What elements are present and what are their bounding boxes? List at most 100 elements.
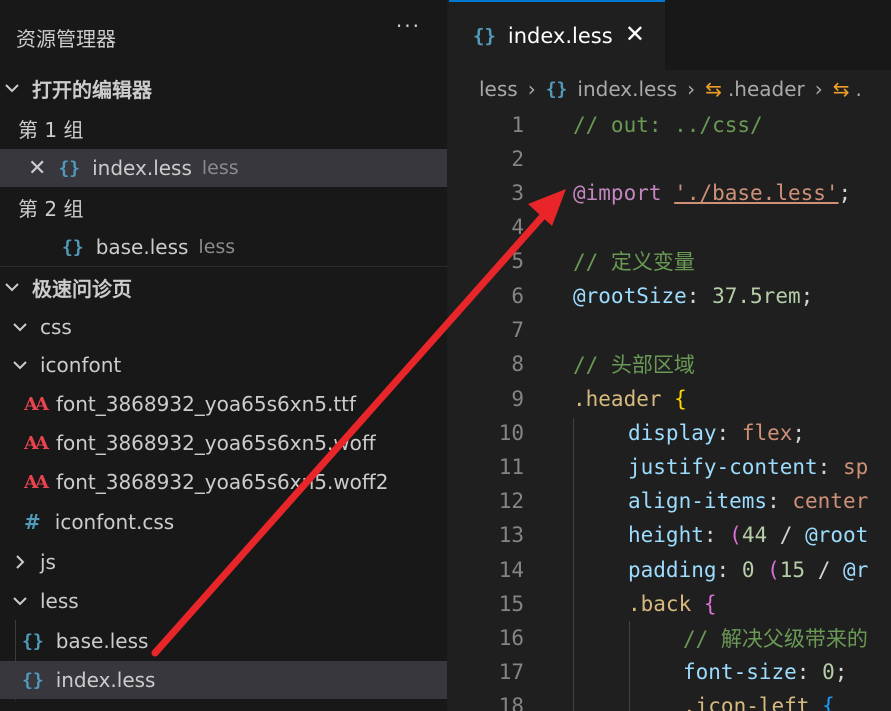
less-file-icon: {} — [58, 157, 81, 179]
code-line: 5 // 定义变量 — [449, 244, 891, 278]
close-icon[interactable]: ✕ — [28, 156, 46, 181]
chevron-down-icon — [0, 275, 24, 299]
css-file-icon: # — [24, 510, 41, 534]
less-file-icon: {} — [545, 78, 568, 100]
tree-item-label: index.less — [55, 668, 156, 692]
code-line: 16 // 解决父级带来的 — [449, 621, 891, 655]
code-variable-decl: @rootSize: 37.5rem; — [573, 284, 814, 308]
code-declaration: justify-content: sp — [628, 455, 869, 479]
chevron-down-icon — [8, 589, 32, 613]
editor-group-1: 第 1 组 — [0, 109, 447, 147]
line-number: 14 — [498, 558, 524, 582]
breadcrumb-symbol[interactable]: . — [856, 77, 862, 101]
open-editor-file-lang: less — [198, 236, 236, 258]
tree-item-label: font_3868932_yoa65s6xn5.ttf — [55, 392, 357, 416]
code-line: 11 justify-content: sp — [449, 450, 891, 484]
project-title: 极速问诊页 — [32, 276, 132, 301]
open-editor-file-name: base.less — [95, 235, 189, 259]
code-line: 15 .back { — [449, 587, 891, 621]
breadcrumb: less › {} index.less › ⇆ .header › ⇆ . — [449, 70, 891, 108]
code-line: 4 — [449, 210, 891, 244]
line-number: 10 — [498, 421, 524, 445]
line-number: 6 — [511, 284, 524, 308]
font-file-icon: AA — [24, 432, 49, 454]
breadcrumb-symbol[interactable]: .header — [728, 77, 805, 101]
code-line: 10 display: flex; — [449, 416, 891, 450]
line-number: 4 — [511, 215, 524, 239]
open-editors-section-header[interactable]: 打开的编辑器 — [0, 69, 447, 107]
tree-folder-js[interactable]: js — [0, 543, 447, 581]
more-actions-icon[interactable]: ··· — [396, 14, 421, 38]
tree-item-label: css — [40, 315, 72, 339]
less-file-icon: {} — [22, 669, 44, 691]
explorer-sidebar: 资源管理器 ··· 打开的编辑器 第 1 组 ✕ {} index.less l… — [0, 0, 447, 711]
tree-file-woff2[interactable]: AA font_3868932_yoa65s6xn5.woff2 — [0, 463, 447, 501]
code-line: 1 // out: ../css/ — [449, 108, 891, 142]
chevron-right-icon: › — [527, 77, 536, 101]
editor-group-2: 第 2 组 — [0, 188, 447, 226]
line-number: 13 — [498, 523, 524, 547]
chevron-right-icon — [8, 550, 32, 574]
code-selector: .back { — [628, 592, 717, 616]
tree-item-label: iconfont.css — [54, 510, 175, 534]
editor-group-label: 第 2 组 — [18, 196, 84, 221]
explorer-header: 资源管理器 — [0, 18, 447, 56]
breadcrumb-file[interactable]: index.less — [577, 77, 677, 101]
line-number: 16 — [498, 626, 524, 650]
open-editor-file-name: index.less — [92, 156, 192, 180]
tree-item-label: iconfont — [40, 353, 122, 377]
editor-group-label: 第 1 组 — [18, 117, 84, 142]
code-line: 3 @import './base.less'; — [449, 176, 891, 210]
close-icon[interactable]: ✕ — [625, 20, 645, 48]
tree-item-label: font_3868932_yoa65s6xn5.woff — [55, 431, 376, 455]
line-number: 7 — [511, 318, 524, 342]
code-declaration: align-items: center — [628, 489, 869, 513]
code-declaration: padding: 0 (15 / @r — [628, 558, 869, 582]
chevron-right-icon: › — [814, 77, 823, 101]
chevron-down-icon — [8, 353, 32, 377]
tree-file-woff[interactable]: AA font_3868932_yoa65s6xn5.woff — [0, 424, 447, 462]
code-selector: .icon-left { — [683, 694, 835, 711]
code-line: 6 @rootSize: 37.5rem; — [449, 279, 891, 313]
tree-file-base-less[interactable]: {} base.less — [0, 622, 447, 660]
tree-folder-iconfont[interactable]: iconfont — [0, 346, 447, 384]
tab-bar: {} index.less ✕ — [449, 0, 891, 70]
project-section-header[interactable]: 极速问诊页 — [0, 268, 447, 306]
symbol-class-icon: ⇆ — [705, 77, 722, 101]
less-file-icon: {} — [22, 630, 44, 652]
line-number: 2 — [511, 147, 524, 171]
code-comment: // 头部区域 — [573, 353, 695, 377]
less-file-icon: {} — [62, 236, 84, 258]
open-editor-base-less[interactable]: {} base.less less — [0, 228, 447, 266]
line-number: 12 — [498, 489, 524, 513]
code-line: 17 font-size: 0; — [449, 655, 891, 689]
line-number: 18 — [498, 694, 524, 711]
tree-item-label: less — [40, 589, 79, 613]
tree-folder-less[interactable]: less — [0, 582, 447, 620]
code-line: 7 — [449, 313, 891, 347]
line-number: 11 — [498, 455, 524, 479]
code-line: 13 height: (44 / @root — [449, 518, 891, 552]
chevron-right-icon: › — [687, 77, 696, 101]
code-line: 12 align-items: center — [449, 484, 891, 518]
chevron-down-icon — [0, 76, 24, 100]
tree-folder-css[interactable]: css — [0, 308, 447, 346]
line-number: 5 — [511, 249, 524, 273]
tree-file-index-less[interactable]: {} index.less — [0, 661, 447, 699]
line-number: 17 — [498, 660, 524, 684]
open-editor-index-less[interactable]: ✕ {} index.less less — [0, 149, 447, 187]
code-line: 2 — [449, 142, 891, 176]
less-file-icon: {} — [473, 25, 496, 47]
tree-file-iconfont-css[interactable]: # iconfont.css — [0, 503, 447, 541]
code-comment: // 解决父级带来的 — [683, 627, 868, 651]
code-line: 18 .icon-left { — [449, 689, 891, 711]
tree-item-label: js — [40, 550, 56, 574]
font-file-icon: AA — [24, 393, 49, 415]
breadcrumb-folder[interactable]: less — [479, 77, 518, 101]
open-editors-title: 打开的编辑器 — [32, 77, 152, 102]
symbol-class-icon: ⇆ — [832, 77, 850, 101]
tree-file-ttf[interactable]: AA font_3868932_yoa65s6xn5.ttf — [0, 385, 447, 423]
explorer-title: 资源管理器 — [16, 26, 116, 51]
tree-item-label: font_3868932_yoa65s6xn5.woff2 — [55, 470, 389, 494]
tab-index-less[interactable]: {} index.less ✕ — [449, 0, 665, 70]
